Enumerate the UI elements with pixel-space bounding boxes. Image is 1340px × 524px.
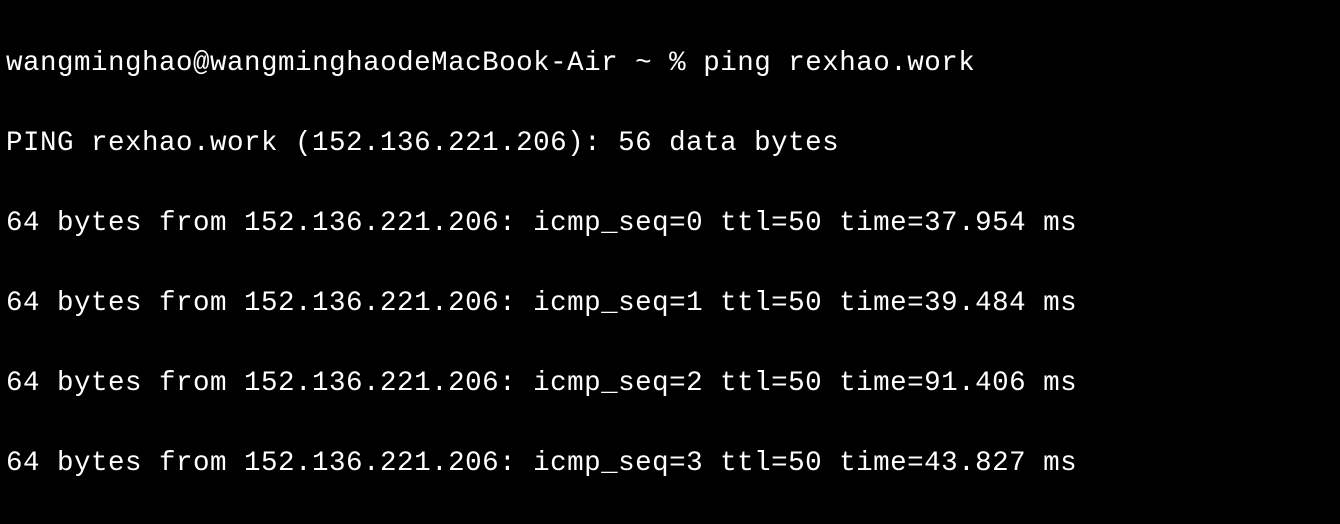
prompt-symbol: % — [669, 48, 686, 79]
prompt-cwd: ~ — [635, 48, 652, 79]
ping-reply: 64 bytes from 152.136.221.206: icmp_seq=… — [6, 204, 1334, 244]
ping-reply: 64 bytes from 152.136.221.206: icmp_seq=… — [6, 364, 1334, 404]
terminal-output[interactable]: wangminghao@wangminghaodeMacBook-Air ~ %… — [0, 0, 1340, 524]
prompt-line: wangminghao@wangminghaodeMacBook-Air ~ %… — [6, 44, 1334, 84]
ping-reply: 64 bytes from 152.136.221.206: icmp_seq=… — [6, 444, 1334, 484]
ping-reply: 64 bytes from 152.136.221.206: icmp_seq=… — [6, 284, 1334, 324]
command-text: ping rexhao.work — [703, 48, 975, 79]
ping-header: PING rexhao.work (152.136.221.206): 56 d… — [6, 124, 1334, 164]
prompt-host: wangminghaodeMacBook-Air — [210, 48, 618, 79]
prompt-user: wangminghao — [6, 48, 193, 79]
